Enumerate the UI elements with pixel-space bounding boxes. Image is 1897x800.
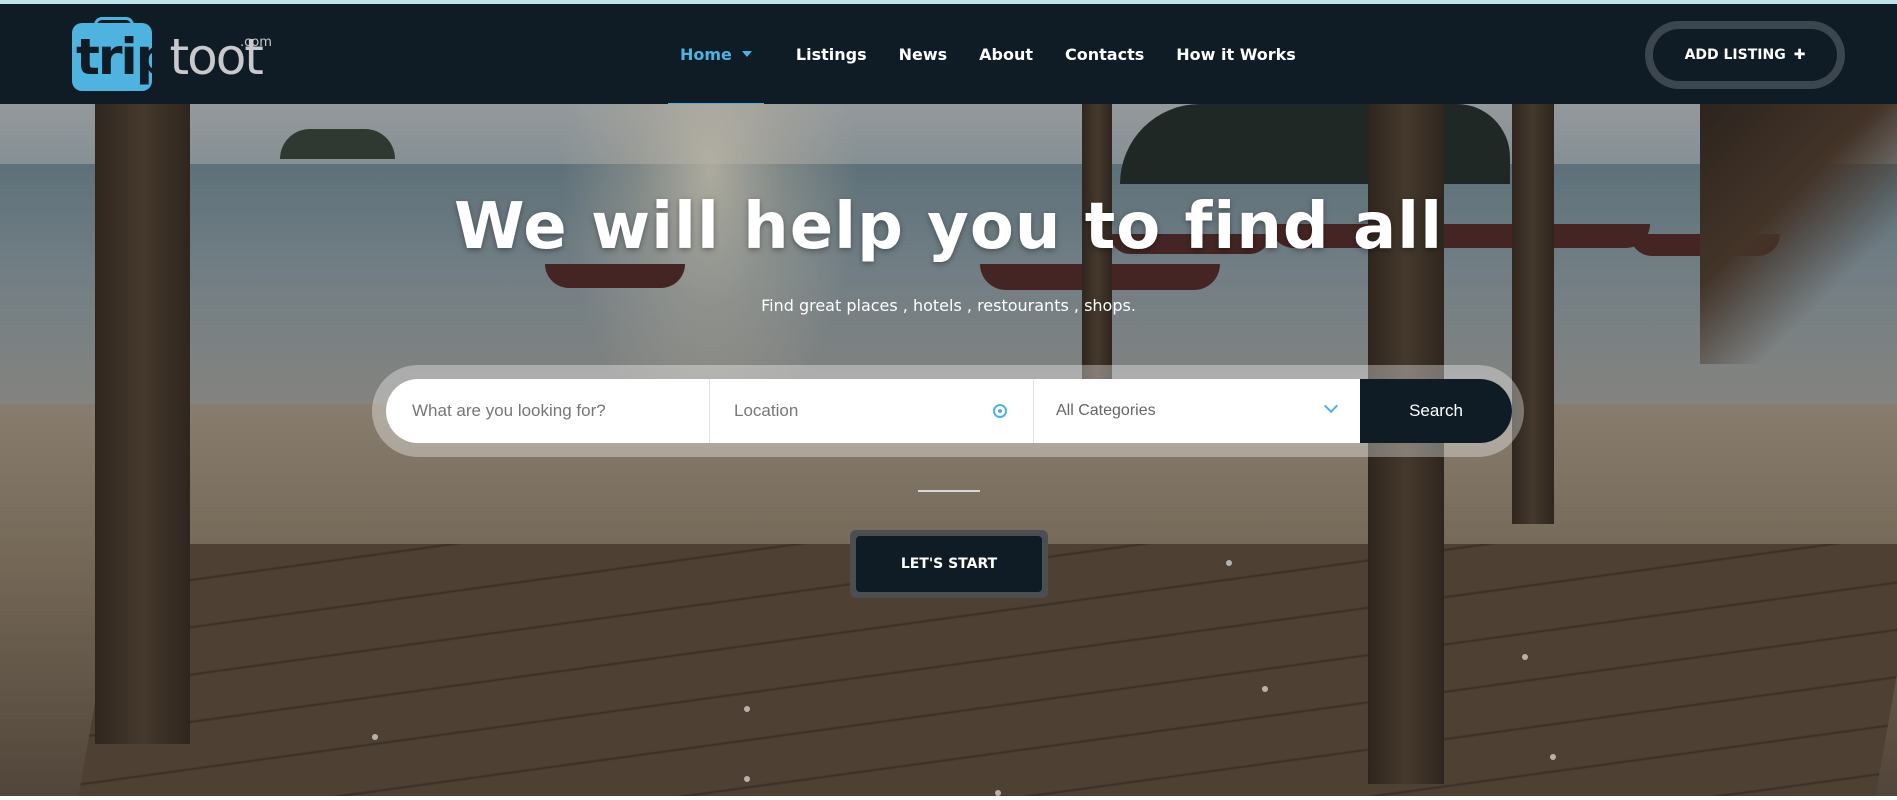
site-logo[interactable]: triptoot .com — [72, 17, 282, 91]
nav-item-contacts[interactable]: Contacts — [1065, 4, 1144, 104]
caret-down-icon — [741, 51, 752, 57]
nav-item-label: Home — [680, 44, 732, 64]
logo-suffix: .com — [240, 35, 272, 50]
nav-item-label: Contacts — [1065, 44, 1145, 64]
location-input[interactable]: Location — [710, 379, 1034, 443]
particle-dot — [1262, 686, 1268, 692]
particle-dot — [744, 776, 750, 782]
hero-divider — [918, 490, 980, 492]
main-nav: Home Listings News About Contacts How it… — [668, 4, 1328, 107]
search-button[interactable]: Search — [1360, 379, 1512, 443]
plus-icon: ✚ — [1793, 47, 1806, 63]
search-button-label: Search — [1409, 401, 1463, 420]
site-header: triptoot .com Home Listings News About C… — [0, 4, 1897, 107]
keyword-placeholder: What are you looking for? — [412, 401, 606, 420]
particle-dot — [1226, 560, 1232, 566]
add-listing-button[interactable]: ADD LISTING ✚ — [1653, 29, 1837, 81]
keyword-search-input[interactable]: What are you looking for? — [386, 379, 710, 443]
nav-item-label: Listings — [795, 44, 867, 64]
lets-start-button[interactable]: LET'S START — [856, 536, 1042, 592]
page-bottom-strip — [0, 796, 1897, 800]
nav-item-label: How it Works — [1176, 44, 1296, 64]
particle-dot — [1550, 754, 1556, 760]
category-select[interactable]: All Categories — [1034, 379, 1360, 443]
logo-main-text: trip — [76, 28, 171, 86]
particle-dot — [1522, 654, 1528, 660]
hero-headline: We will help you to find all — [453, 190, 1444, 264]
nav-item-label: News — [898, 44, 948, 64]
add-listing-button-ring: ADD LISTING ✚ — [1645, 21, 1845, 89]
hero-subline: Find great places , hotels , restourants… — [761, 296, 1136, 315]
lets-start-label: LET'S START — [900, 556, 998, 572]
target-location-icon[interactable] — [993, 404, 1007, 418]
nav-item-about[interactable]: About — [979, 4, 1033, 104]
nav-item-how-it-works[interactable]: How it Works — [1176, 4, 1296, 104]
nav-item-home[interactable]: Home — [668, 4, 764, 107]
nav-item-news[interactable]: News — [899, 4, 948, 104]
location-placeholder: Location — [734, 401, 799, 420]
particle-dot — [744, 706, 750, 712]
search-bar: What are you looking for? Location All C… — [386, 379, 1512, 443]
add-listing-label: ADD LISTING — [1684, 47, 1786, 63]
particle-dot — [372, 734, 378, 740]
nav-item-listings[interactable]: Listings — [796, 4, 867, 104]
chevron-down-icon — [1323, 398, 1339, 414]
nav-item-label: About — [979, 44, 1034, 64]
category-selected-value: All Categories — [1056, 402, 1156, 419]
logo-wordmark: triptoot — [76, 25, 264, 89]
